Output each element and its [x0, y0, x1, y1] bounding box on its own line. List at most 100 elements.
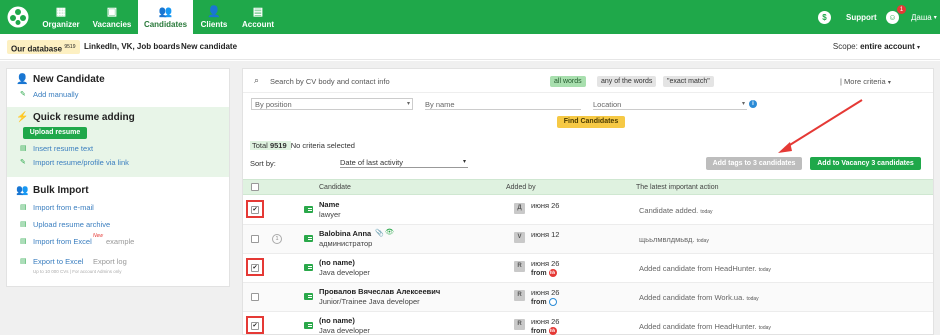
file-icon: ▤ — [20, 258, 27, 265]
row-checkbox[interactable] — [251, 293, 259, 301]
avatar: R — [514, 290, 525, 301]
candidate-name[interactable]: (no name) — [319, 258, 355, 267]
chevron-down-icon: ▾ — [406, 101, 410, 107]
nav-clients[interactable]: 👤 Clients — [199, 0, 229, 34]
chevron-down-icon: ▾ — [887, 80, 891, 86]
candidate-name[interactable]: Balobina Anna — [319, 229, 371, 238]
notifications-button[interactable]: ☺ — [886, 0, 899, 34]
nav-candidates[interactable]: 👥 Candidates — [138, 0, 193, 34]
export-note: Up to 10 000 CVs | For account Admins on… — [33, 269, 122, 274]
latest-action: щььлмвлдмьвд. today — [639, 235, 709, 244]
lightning-icon: ⚡ — [16, 112, 29, 123]
source-from: from hh — [531, 269, 557, 277]
sort-label: Sort by: — [250, 159, 276, 168]
latest-action: Added candidate from HeadHunter. today — [639, 264, 771, 273]
row-checkbox[interactable] — [251, 235, 259, 243]
tab-our-database[interactable]: Our database 9519 — [7, 40, 80, 54]
search-row: ⌕ Search by CV body and contact info all… — [243, 69, 933, 93]
total-badge: Total 9519 — [250, 141, 291, 150]
people-icon: 👥 — [158, 5, 173, 18]
table-row[interactable]: ✔ (no name) Java developer Rиюня 26 from hh Ad… — [243, 312, 933, 335]
search-input[interactable]: Search by CV body and contact info — [270, 77, 390, 86]
table-row[interactable]: Провалов Вячеслав Алексеевич Junior/Train… — [243, 283, 933, 312]
upload-archive-link[interactable]: Upload resume archive — [33, 220, 110, 229]
counter-icon: 1 — [272, 234, 282, 244]
latest-action: Added candidate from Work.ua. today — [639, 293, 759, 302]
dollar-icon: $ — [818, 10, 831, 24]
candidate-name[interactable]: Провалов Вячеслав Алексеевич — [319, 287, 440, 296]
file-icon: ▤ — [20, 204, 27, 211]
support-link[interactable]: Support — [846, 0, 877, 34]
avatar: R — [514, 261, 525, 272]
search-icon: ⌕ — [254, 75, 260, 85]
scope-selector[interactable]: Scope: entire account ▾ — [833, 40, 920, 54]
location-input[interactable]: Location ▾ — [593, 99, 747, 110]
candidate-name[interactable]: Name — [319, 200, 339, 209]
sort-select[interactable]: Date of last activity ▾ — [340, 158, 468, 168]
briefcase-icon: ▣ — [106, 5, 118, 18]
avatar: R — [514, 319, 525, 330]
contact-card-icon — [304, 264, 313, 271]
added-date: июня 12 — [531, 230, 560, 239]
mode-exact-match[interactable]: "exact match" — [663, 76, 714, 87]
tab-job-boards[interactable]: LinkedIn, VK, Job boards — [84, 40, 180, 54]
chevron-down-icon: ▾ — [916, 45, 920, 51]
file-icon: ▤ — [20, 238, 27, 245]
attachment-icon: 📎 — [375, 230, 384, 237]
source-from: from — [531, 298, 557, 306]
add-tags-button[interactable]: Add tags to 3 candidates — [706, 157, 802, 170]
upload-resume-button[interactable]: Upload resume — [23, 127, 87, 139]
add-to-vacancy-button[interactable]: Add to Vacancy 3 candidates — [810, 157, 921, 170]
insert-resume-text-link[interactable]: Insert resume text — [33, 144, 93, 153]
contact-card-icon — [304, 293, 313, 300]
users-icon: 👥 — [16, 185, 29, 196]
bulk-import-section: 👥 Bulk Import ▤ Import from e-mail ▤ Upl… — [16, 185, 135, 274]
import-via-link[interactable]: Import resume/profile via link — [33, 158, 129, 167]
tab-new-candidate[interactable]: New candidate — [181, 40, 237, 54]
position-select[interactable]: By position ▾ — [251, 98, 413, 110]
excel-example-link[interactable]: example — [106, 237, 134, 246]
headhunter-icon: hh — [548, 327, 557, 335]
import-from-email-link[interactable]: Import from e-mail — [33, 203, 94, 212]
nav-organizer[interactable]: ▦ Organizer — [42, 0, 80, 34]
more-criteria-toggle[interactable]: | More criteria ▾ — [840, 77, 891, 86]
find-candidates-button[interactable]: Find Candidates — [557, 116, 625, 128]
candidate-position: Java developer — [319, 326, 370, 335]
candidate-name[interactable]: (no name) — [319, 316, 355, 325]
main-panel: ⌕ Search by CV body and contact info all… — [242, 68, 934, 335]
nav-account[interactable]: ▤ Account — [242, 0, 274, 34]
organizer-icon: ▦ — [55, 5, 67, 18]
candidate-position: Java developer — [319, 268, 370, 277]
table-row[interactable]: ✔ Name lawyer Диюня 26 Candidate added. toda… — [243, 196, 933, 225]
total-summary: Total 9519 No criteria selected — [250, 141, 355, 150]
sub-navigation: Our database 9519 LinkedIn, VK, Job boar… — [0, 34, 940, 60]
table-row[interactable]: ✔ (no name) Java developer Rиюня 26 from hh Ad… — [243, 254, 933, 283]
info-icon[interactable]: i — [749, 100, 757, 108]
contact-card-icon — [304, 235, 313, 242]
latest-action: Candidate added. today — [639, 206, 713, 215]
select-all-checkbox[interactable] — [251, 183, 259, 191]
client-icon: 👤 — [207, 5, 221, 18]
table-row[interactable]: 1 Balobina Anna 📎 👁 администратор Vиюня 12 щьь… — [243, 225, 933, 254]
logo-icon[interactable] — [6, 4, 30, 30]
user-menu[interactable]: Даша ▾ — [911, 0, 937, 34]
highlight-box — [246, 200, 264, 218]
contact-card-icon — [304, 322, 313, 329]
export-log-link[interactable]: Export log — [93, 257, 127, 266]
sidebar: 👤 New Candidate ✎ Add manually ⚡ Quick r… — [6, 68, 230, 287]
import-from-excel-link[interactable]: Import from Excel — [33, 237, 92, 246]
candidate-position: администратор — [319, 239, 373, 248]
add-manually-link[interactable]: Add manually — [33, 90, 78, 99]
add-user-icon: 👤 — [16, 74, 29, 85]
chevron-down-icon: ▾ — [462, 159, 466, 165]
nav-vacancies[interactable]: ▣ Vacancies — [90, 0, 134, 34]
mode-any-words[interactable]: any of the words — [597, 76, 657, 87]
name-input[interactable]: By name — [425, 99, 581, 110]
export-to-excel-link[interactable]: Export to Excel — [33, 257, 83, 266]
highlight-box — [246, 258, 264, 276]
workua-icon — [548, 298, 557, 306]
dollar-button[interactable]: $ — [818, 0, 831, 34]
mode-all-words[interactable]: all words — [550, 76, 586, 87]
top-navigation-bar: ▦ Organizer ▣ Vacancies 👥 Candidates 👤 C… — [0, 0, 940, 34]
new-candidate-section: 👤 New Candidate ✎ Add manually — [16, 74, 105, 99]
